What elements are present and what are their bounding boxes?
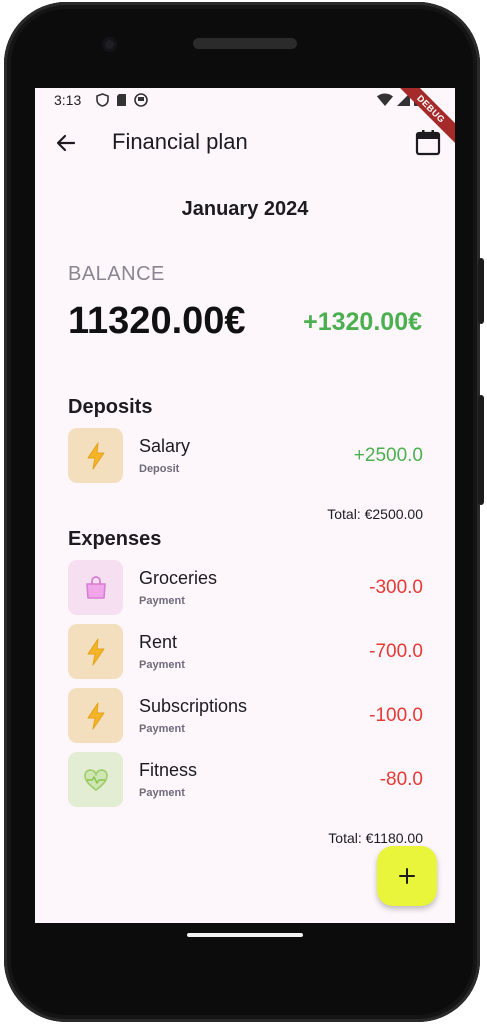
shield-icon	[96, 93, 109, 107]
home-indicator[interactable]	[187, 933, 303, 937]
app-notification-icon	[134, 93, 148, 107]
expenses-title: Expenses	[68, 528, 162, 550]
item-type: Payment	[139, 787, 185, 799]
balance-delta: +1320.00€	[303, 308, 422, 336]
wifi-icon	[377, 93, 393, 106]
item-type: Payment	[139, 595, 185, 607]
deposit-item-salary[interactable]: Salary Deposit +2500.0	[68, 428, 423, 484]
front-camera	[102, 37, 117, 52]
item-amount: +2500.0	[353, 445, 423, 466]
item-amount: -80.0	[379, 769, 423, 790]
item-icon-container	[68, 688, 123, 743]
item-type: Deposit	[139, 463, 180, 475]
phone-frame: 3:13 DEBUG Financial plan January 2024 B…	[4, 2, 480, 1022]
lightning-icon	[87, 702, 104, 729]
item-name: Rent	[139, 632, 178, 652]
item-name: Salary	[139, 436, 191, 456]
item-amount: -700.0	[369, 641, 423, 662]
item-amount: -100.0	[369, 705, 423, 726]
item-icon-container	[68, 560, 123, 615]
deposits-total: Total: €2500.00	[327, 506, 423, 522]
expenses-total: Total: €1180.00	[328, 830, 423, 846]
item-icon-container	[68, 752, 123, 807]
app-screen: 3:13 DEBUG Financial plan January 2024 B…	[35, 88, 455, 923]
expense-item-rent[interactable]: Rent Payment -700.0	[68, 624, 423, 680]
arrow-back-icon	[56, 134, 76, 152]
page-title: Financial plan	[112, 129, 248, 154]
heart-pulse-icon	[83, 768, 108, 791]
shopping-bag-icon	[85, 575, 106, 599]
back-button[interactable]	[53, 130, 79, 156]
calendar-button[interactable]	[415, 129, 441, 157]
earpiece-speaker	[193, 38, 297, 49]
expense-item-groceries[interactable]: Groceries Payment -300.0	[68, 560, 423, 616]
item-name: Subscriptions	[139, 696, 248, 716]
balance-label: BALANCE	[68, 263, 165, 285]
plus-icon	[399, 868, 415, 884]
lightning-icon	[87, 442, 104, 469]
expense-item-subscriptions[interactable]: Subscriptions Payment -100.0	[68, 688, 423, 744]
month-title: January 2024	[181, 198, 309, 220]
status-time: 3:13	[54, 92, 82, 108]
item-name: Groceries	[139, 568, 218, 588]
item-icon-container	[68, 428, 123, 483]
sd-card-icon	[117, 94, 126, 106]
item-type: Payment	[139, 659, 185, 671]
status-notification-icons	[96, 93, 148, 107]
volume-button	[478, 395, 484, 505]
item-name: Fitness	[139, 760, 198, 780]
power-button	[478, 258, 484, 324]
calendar-icon	[415, 130, 441, 156]
balance-amount: 11320.00€	[68, 300, 246, 342]
add-button[interactable]	[377, 846, 437, 906]
item-amount: -300.0	[369, 577, 423, 598]
deposits-title: Deposits	[68, 396, 153, 418]
item-icon-container	[68, 624, 123, 679]
lightning-icon	[87, 638, 104, 665]
item-type: Payment	[139, 723, 185, 735]
expense-item-fitness[interactable]: Fitness Payment -80.0	[68, 752, 423, 808]
